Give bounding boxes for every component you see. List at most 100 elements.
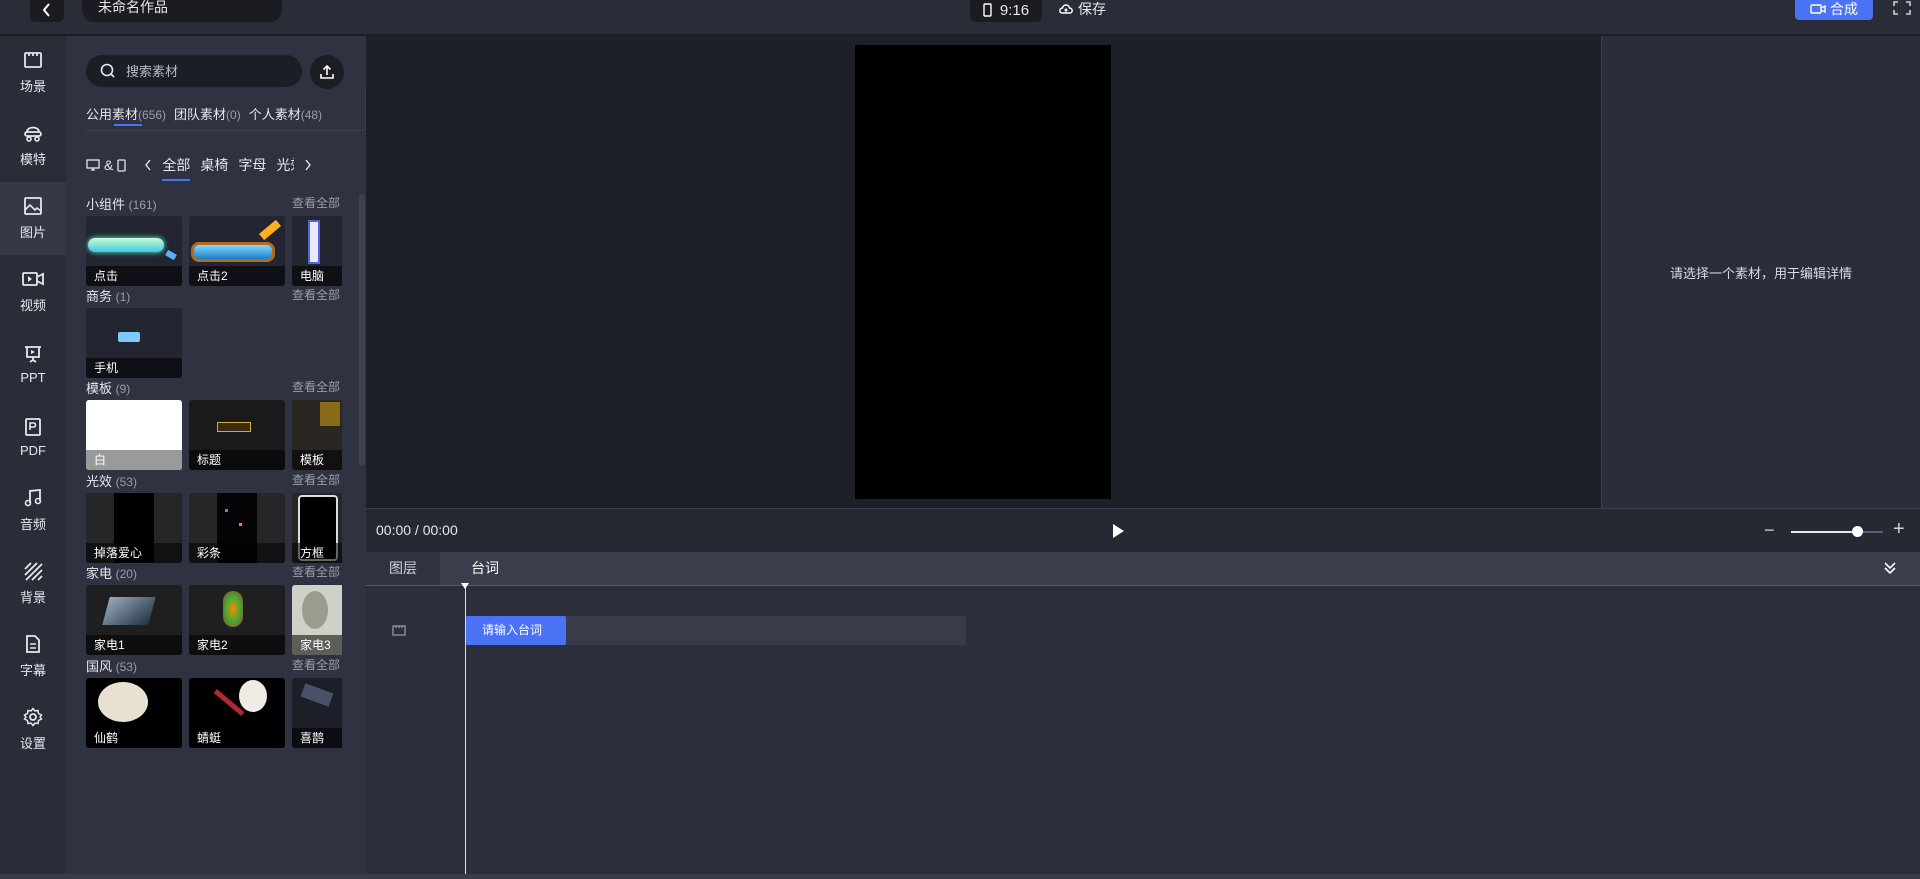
category-letters[interactable]: 字母 <box>238 155 266 175</box>
nav-label: 设置 <box>19 736 46 751</box>
nav-label: 视频 <box>19 298 46 313</box>
playhead[interactable] <box>465 587 466 879</box>
aspect-ratio-button[interactable]: 9:16 <box>970 0 1042 22</box>
see-all-link[interactable]: 查看全部 <box>292 194 340 213</box>
save-label: 保存 <box>1078 1 1106 17</box>
nav-label: 背景 <box>19 590 46 605</box>
search-box[interactable] <box>86 55 302 87</box>
see-all-link[interactable]: 查看全部 <box>292 656 340 675</box>
asset-thumbnail[interactable]: 白 <box>86 400 182 470</box>
left-nav: 场景 模特 图片 视频 PPT PDF 音频 背景 字幕 设置 <box>0 36 66 879</box>
chevron-left-icon <box>42 3 50 17</box>
zoom-in-icon[interactable]: + <box>1893 518 1905 541</box>
settings-icon <box>23 707 43 727</box>
asset-thumbnail[interactable]: 模板 <box>292 400 342 470</box>
section-header: 模板 (9) 查看全部 <box>86 378 340 397</box>
desktop-icon <box>86 159 100 171</box>
nav-item-background[interactable]: 背景 <box>0 547 66 620</box>
tab-lines[interactable]: 台词 <box>440 552 530 585</box>
see-all-link[interactable]: 查看全部 <box>292 563 340 582</box>
asset-label: 模板 <box>292 450 342 470</box>
nav-item-video[interactable]: 视频 <box>0 255 66 328</box>
tab-label: 公用素材 <box>86 107 139 122</box>
nav-item-ppt[interactable]: PPT <box>0 328 66 401</box>
asset-label: 家电1 <box>86 635 182 655</box>
category-chairs[interactable]: 桌椅 <box>200 155 228 175</box>
tab-public-assets[interactable]: 公用素材 (656) <box>86 104 166 126</box>
properties-hint: 请选择一个素材，用于编辑详情 <box>1669 265 1852 281</box>
nav-item-image[interactable]: 图片 <box>0 182 66 255</box>
properties-panel: 请选择一个素材，用于编辑详情 <box>1601 36 1920 508</box>
asset-thumbnail[interactable]: 家电2 <box>189 585 285 655</box>
line-clip[interactable]: 请输入台词 <box>466 616 566 645</box>
section-header: 家电 (20) 查看全部 <box>86 563 340 582</box>
asset-thumbnail[interactable]: 手机 <box>86 308 182 378</box>
nav-item-subtitle[interactable]: 字幕 <box>0 620 66 693</box>
section-title: 商务 <box>86 289 113 304</box>
thumbnail-row: 掉落爱心 彩条 方框 <box>86 493 342 563</box>
play-icon[interactable] <box>1108 521 1128 541</box>
save-button[interactable]: 保存 <box>1058 0 1106 18</box>
tab-count: (0) <box>226 108 241 122</box>
category-all[interactable]: 全部 <box>162 155 191 181</box>
zoom-slider[interactable] <box>1791 526 1883 537</box>
category-lights[interactable]: 光效 <box>276 155 294 175</box>
nav-item-pdf[interactable]: PDF <box>0 401 66 474</box>
top-bar: 未命名作品 9:16 保存 合成 <box>0 0 1920 35</box>
asset-thumbnail[interactable]: 蜻蜓 <box>189 678 285 748</box>
asset-label: 白 <box>94 453 107 467</box>
asset-thumbnail[interactable]: 仙鹤 <box>86 678 182 748</box>
double-chevron-down-icon[interactable] <box>1882 560 1898 576</box>
asset-thumbnail[interactable]: 喜鹊 <box>292 678 342 748</box>
chevron-left-icon[interactable] <box>144 159 152 171</box>
asset-thumbnail[interactable]: 点击 <box>86 216 182 286</box>
nav-label: 图片 <box>19 225 46 240</box>
fullscreen-icon[interactable] <box>1892 0 1912 16</box>
thumbnail-row: 家电1 家电2 家电3 <box>86 585 342 655</box>
section-count: (20) <box>115 567 137 581</box>
tab-team-assets[interactable]: 团队素材 (0) <box>174 104 241 126</box>
scrollbar[interactable] <box>359 194 365 466</box>
asset-label: 点击2 <box>189 266 285 286</box>
back-button[interactable] <box>30 0 64 22</box>
project-title[interactable]: 未命名作品 <box>82 0 282 22</box>
thumbnail-row: 手机 <box>86 308 342 378</box>
asset-thumbnail[interactable]: 掉落爱心 <box>86 493 182 563</box>
asset-thumbnail[interactable]: 电脑 <box>292 216 342 286</box>
asset-thumbnail[interactable]: 方框 <box>292 493 342 563</box>
section-title: 小组件 <box>86 197 126 212</box>
device-filter[interactable]: & <box>86 157 126 173</box>
chevron-right-icon[interactable] <box>304 159 312 171</box>
search-icon <box>100 63 115 78</box>
section-count: (9) <box>115 382 131 396</box>
nav-item-scene[interactable]: 场景 <box>0 36 66 109</box>
asset-thumbnail[interactable]: 标题 <box>189 400 285 470</box>
asset-thumbnail[interactable]: 彩条 <box>189 493 285 563</box>
source-tabs: 公用素材 (656) 团队素材 (0) 个人素材 (48) <box>86 104 322 126</box>
nav-item-settings[interactable]: 设置 <box>0 693 66 766</box>
playhead-handle[interactable] <box>461 583 469 589</box>
asset-thumbnail[interactable]: 家电3 <box>292 585 342 655</box>
asset-label: 蜻蜓 <box>189 728 285 748</box>
zoom-slider-handle[interactable] <box>1852 526 1864 537</box>
asset-thumbnail[interactable]: 家电1 <box>86 585 182 655</box>
asset-thumbnail[interactable]: 点击2 <box>189 216 285 286</box>
zoom-out-icon[interactable]: − <box>1764 520 1775 541</box>
see-all-link[interactable]: 查看全部 <box>292 286 340 305</box>
section-count: (53) <box>115 475 137 489</box>
compose-label: 合成 <box>1830 1 1858 17</box>
see-all-link[interactable]: 查看全部 <box>292 471 340 490</box>
asset-label: 仙鹤 <box>86 728 182 748</box>
zoom-slider-fill <box>1791 531 1858 533</box>
nav-item-audio[interactable]: 音频 <box>0 474 66 547</box>
upload-icon <box>320 64 334 79</box>
section-count: (161) <box>128 198 157 212</box>
nav-item-model[interactable]: 模特 <box>0 109 66 182</box>
search-input[interactable] <box>126 63 276 79</box>
tab-personal-assets[interactable]: 个人素材 (48) <box>249 104 322 126</box>
compose-button[interactable]: 合成 <box>1795 0 1873 20</box>
see-all-link[interactable]: 查看全部 <box>292 378 340 397</box>
preview-canvas[interactable] <box>855 45 1111 499</box>
tab-layers[interactable]: 图层 <box>366 552 440 585</box>
upload-button[interactable] <box>310 55 344 89</box>
